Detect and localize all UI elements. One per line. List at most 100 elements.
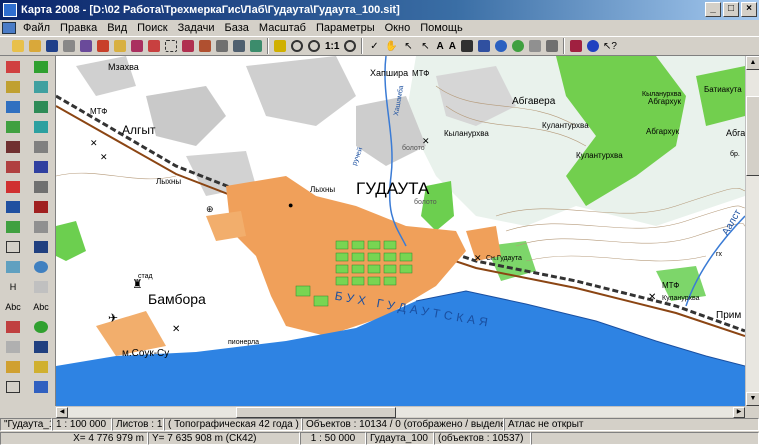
list-icon[interactable] xyxy=(214,38,230,54)
maximize-button[interactable]: □ xyxy=(723,2,739,17)
hand-pan-icon[interactable]: ✋ xyxy=(383,38,399,54)
map-canvas[interactable]: ГУДАУТА Бамбора Алгыт Мзахва Хапшира Абг… xyxy=(56,56,745,406)
filter-icon[interactable] xyxy=(231,38,247,54)
menu-file[interactable]: Файл xyxy=(18,22,55,34)
pick-object-2-icon[interactable] xyxy=(197,38,213,54)
draw-polygon-icon[interactable] xyxy=(3,118,23,136)
pencil-icon[interactable] xyxy=(476,38,492,54)
edit-icon[interactable] xyxy=(3,318,23,336)
text-style-icon[interactable]: A xyxy=(447,38,458,54)
vertical-scrollbar[interactable]: ▲ ▼ xyxy=(745,56,759,406)
check-icon[interactable]: ✓ xyxy=(366,38,382,54)
earth-icon[interactable] xyxy=(510,38,526,54)
vertical-scroll-thumb[interactable] xyxy=(746,96,759,176)
measure-icon[interactable] xyxy=(3,218,23,236)
mirror-icon[interactable] xyxy=(3,258,23,276)
select-icon[interactable] xyxy=(95,38,111,54)
print-icon[interactable] xyxy=(61,38,77,54)
menu-search[interactable]: Поиск xyxy=(132,22,172,34)
symbol-icon[interactable] xyxy=(31,258,51,276)
zoom-out-icon[interactable] xyxy=(306,38,322,54)
open-folder-icon[interactable] xyxy=(10,38,26,54)
info-icon[interactable] xyxy=(585,38,601,54)
map-label-swamp: болото xyxy=(414,198,437,206)
app-window: Карта 2008 - [D:\02 Работа\ТрехмеркаГис\… xyxy=(0,0,759,445)
document-system-icon[interactable] xyxy=(2,22,16,34)
zoom-in-icon[interactable] xyxy=(289,38,305,54)
map-label-kulanurhva: Кыланурхва xyxy=(642,91,681,98)
fill-icon[interactable] xyxy=(31,118,51,136)
close-button[interactable]: × xyxy=(741,2,757,17)
cursor-icon[interactable]: ↖ xyxy=(400,38,416,54)
3d-icon[interactable] xyxy=(248,38,264,54)
menu-help[interactable]: Помощь xyxy=(415,22,468,34)
undo-icon[interactable] xyxy=(31,358,51,376)
move-point-icon[interactable] xyxy=(3,158,23,176)
refresh-icon[interactable] xyxy=(272,38,288,54)
chart-icon[interactable] xyxy=(527,38,543,54)
menu-database[interactable]: База xyxy=(220,22,254,34)
split-icon[interactable] xyxy=(31,138,51,156)
menu-window[interactable]: Окно xyxy=(380,22,416,34)
magnifier-icon[interactable] xyxy=(31,318,51,336)
map-label-hapshira: Хапшира xyxy=(370,68,408,78)
hatch-icon[interactable] xyxy=(31,98,51,116)
copy-icon[interactable] xyxy=(3,338,23,356)
menu-edit[interactable]: Правка xyxy=(55,22,102,34)
rotate-icon[interactable] xyxy=(3,358,23,376)
layers-icon[interactable] xyxy=(78,38,94,54)
text-tool-icon[interactable]: Abc xyxy=(3,298,23,316)
actual-scale-button[interactable]: 1:1 xyxy=(323,38,341,54)
menu-tasks[interactable]: Задачи xyxy=(173,22,220,34)
height-tool-icon[interactable]: H xyxy=(3,278,23,296)
join-icon[interactable] xyxy=(31,158,51,176)
scroll-up-arrow-icon[interactable]: ▲ xyxy=(746,56,759,70)
arrow-icon[interactable] xyxy=(31,198,51,216)
select-frame-icon[interactable] xyxy=(129,38,145,54)
svg-text:⊕: ⊕ xyxy=(206,204,214,214)
zoom-window-icon[interactable] xyxy=(342,38,358,54)
map-view[interactable]: ГУДАУТА Бамбора Алгыт Мзахва Хапшира Абг… xyxy=(56,56,745,406)
cross-icon[interactable] xyxy=(31,178,51,196)
select-area-icon[interactable] xyxy=(112,38,128,54)
properties-icon[interactable] xyxy=(31,238,51,256)
menu-view[interactable]: Вид xyxy=(102,22,132,34)
rectangle-icon[interactable] xyxy=(3,238,23,256)
label-tool-icon[interactable]: Abc xyxy=(31,298,51,316)
table-icon[interactable] xyxy=(544,38,560,54)
text-tool-icon[interactable]: A xyxy=(434,38,445,54)
pick-object-icon[interactable] xyxy=(180,38,196,54)
select-all-icon[interactable] xyxy=(146,38,162,54)
map-label-mtf: МТФ xyxy=(412,69,429,78)
menu-scale[interactable]: Масштаб xyxy=(254,22,311,34)
open-map-icon[interactable] xyxy=(27,38,43,54)
arrow-select-icon[interactable]: ↖ xyxy=(417,38,433,54)
create-area-icon[interactable] xyxy=(31,78,51,96)
font-icon[interactable] xyxy=(459,38,475,54)
dotted-frame-icon[interactable] xyxy=(163,38,179,54)
profile-icon[interactable] xyxy=(31,278,51,296)
minimize-button[interactable]: _ xyxy=(705,2,721,17)
scroll-down-arrow-icon[interactable]: ▼ xyxy=(746,392,759,406)
cut-object-icon[interactable] xyxy=(3,138,23,156)
help-pointer-icon[interactable]: ↖? xyxy=(602,38,618,54)
frame-icon[interactable] xyxy=(3,378,23,396)
flag-icon[interactable] xyxy=(31,378,51,396)
menu-parameters[interactable]: Параметры xyxy=(311,22,380,34)
edit-object-icon[interactable] xyxy=(31,338,51,356)
pencil-tool-icon[interactable] xyxy=(31,58,51,76)
insert-point-icon[interactable] xyxy=(3,198,23,216)
draw-line-icon[interactable] xyxy=(3,58,23,76)
draw-polyline-icon[interactable] xyxy=(3,78,23,96)
y-label: Y= xyxy=(152,432,165,444)
map-label-souk-su: м.Соук-Су xyxy=(122,348,169,359)
horizontal-scrollbar[interactable]: ◀ ▶ xyxy=(56,406,745,418)
map-label-lyhny: Лыхны xyxy=(310,185,335,194)
draw-curve-icon[interactable] xyxy=(3,98,23,116)
brush-icon[interactable] xyxy=(31,218,51,236)
save-icon[interactable] xyxy=(44,38,60,54)
book-icon[interactable] xyxy=(568,38,584,54)
map-label-prim: Прим xyxy=(716,310,741,321)
globe-icon[interactable] xyxy=(493,38,509,54)
delete-point-icon[interactable] xyxy=(3,178,23,196)
